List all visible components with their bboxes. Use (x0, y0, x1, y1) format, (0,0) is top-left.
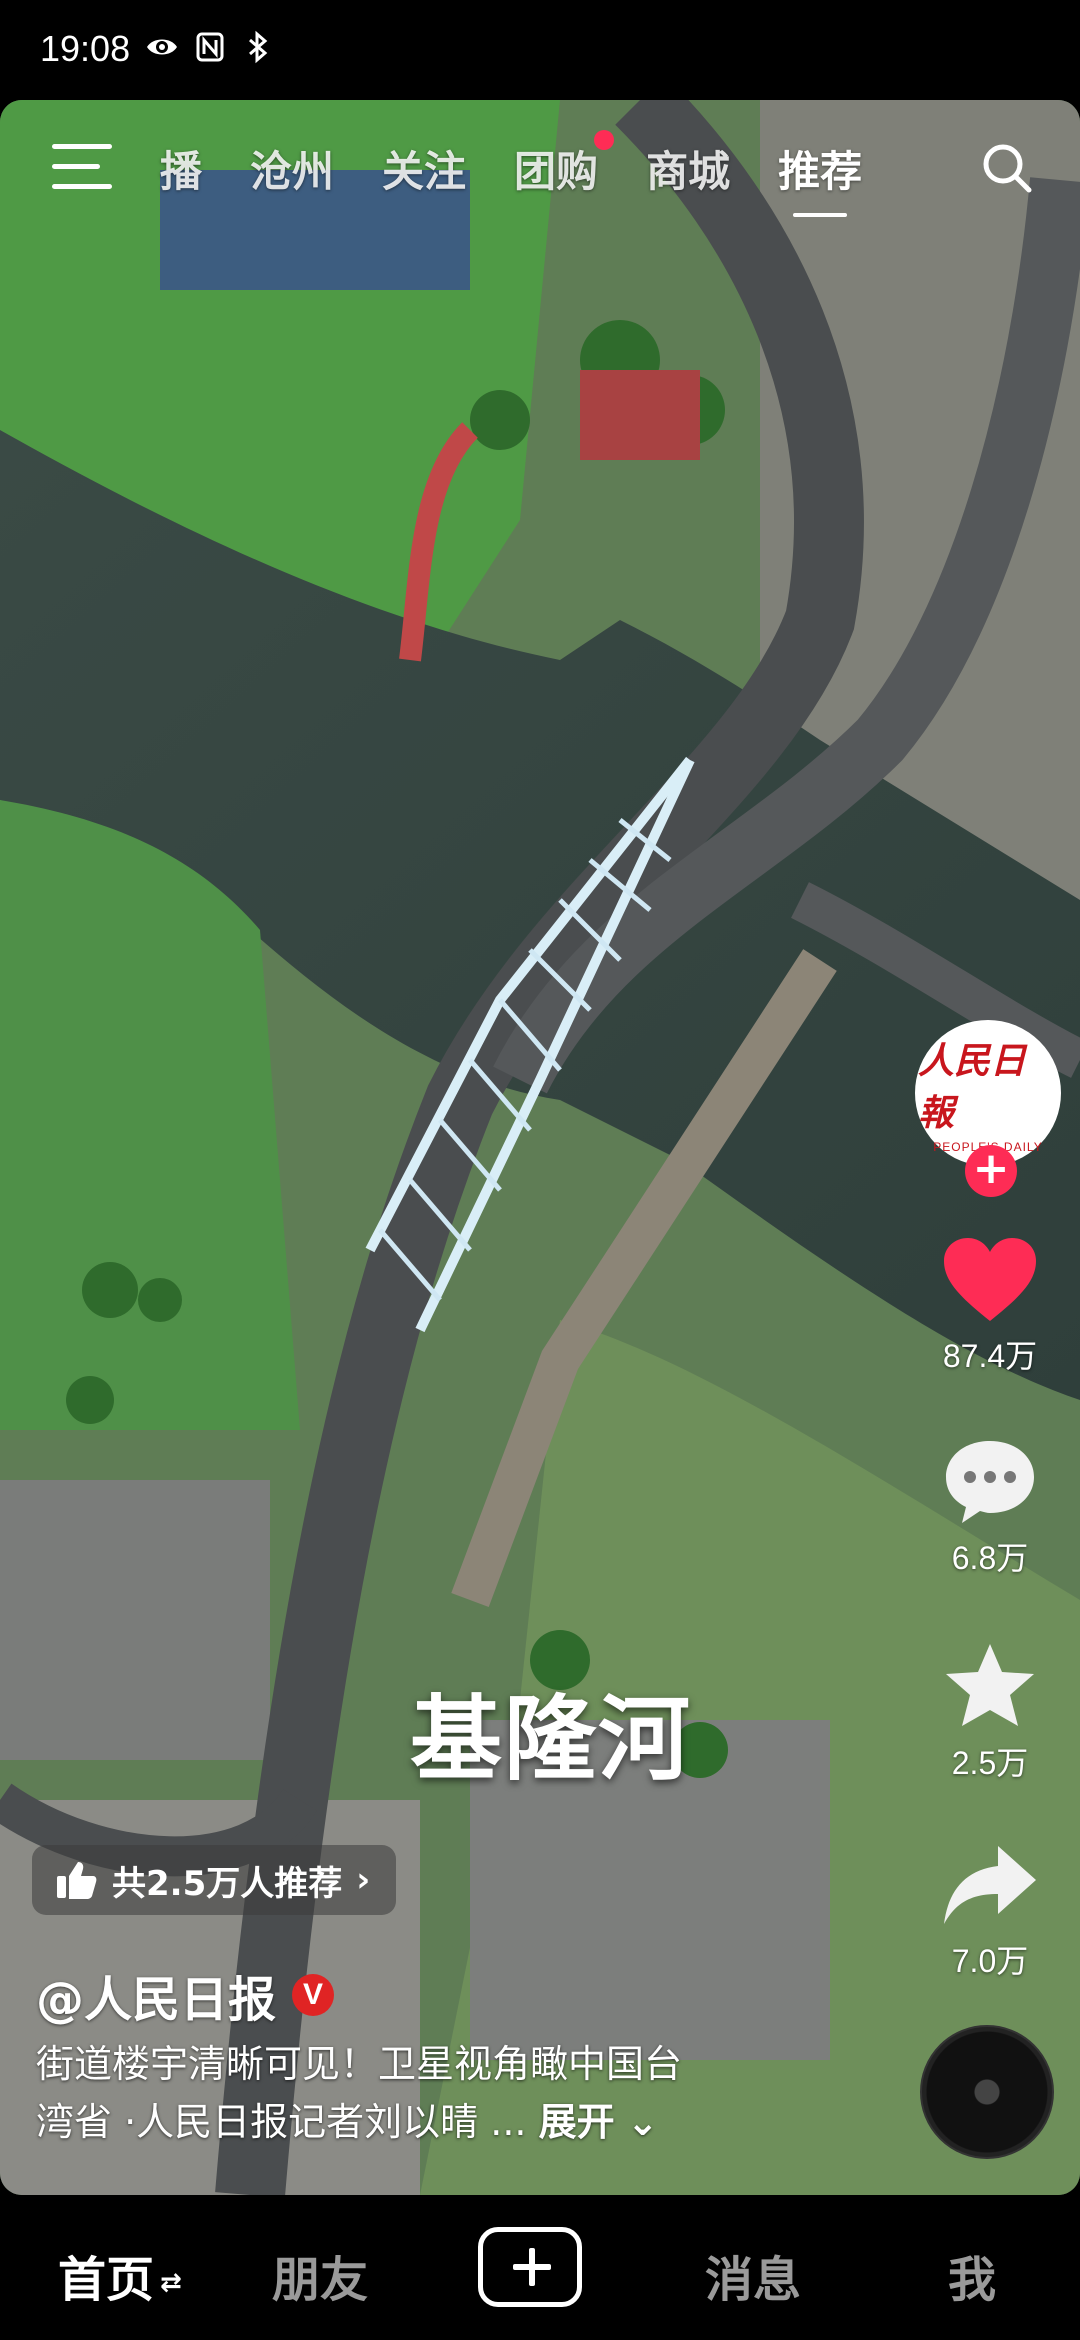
nfc-icon (196, 32, 224, 62)
create-button[interactable] (478, 2227, 582, 2307)
top-tabs: 播 沧州 关注 团购 商城 推荐 (160, 130, 910, 217)
recommend-text: 共2.5万人推荐 (112, 1863, 343, 1904)
favorite-button[interactable]: 2.5万 (905, 1640, 1075, 1784)
status-time: 19:08 (40, 28, 131, 69)
status-icons (145, 30, 275, 64)
recommend-pill[interactable]: 共2.5万人推荐 › (32, 1845, 397, 1915)
share-count: 7.0万 (951, 1943, 1029, 1979)
comment-button[interactable]: 6.8万 (905, 1435, 1075, 1579)
chevron-right-icon: › (356, 1860, 371, 1900)
like-button[interactable]: 87.4万 (905, 1235, 1075, 1377)
search-icon[interactable] (979, 140, 1035, 196)
chevron-down-icon: ⌄ (626, 2100, 659, 2144)
switch-icon: ⇄ (160, 2268, 182, 2298)
expand-button[interactable]: 展开 (539, 2100, 615, 2144)
status-bar: 19:08 (0, 0, 1080, 100)
nav-messages[interactable]: 消息 (705, 2240, 801, 2310)
tab-recommend[interactable]: 推荐 (778, 138, 862, 217)
favorite-count: 2.5万 (951, 1745, 1029, 1781)
share-button[interactable]: 7.0万 (905, 1840, 1075, 1982)
verified-badge-icon: V (292, 1974, 335, 2016)
music-disc-icon[interactable] (920, 2025, 1054, 2159)
author-row[interactable]: @人民日报 V (36, 1960, 335, 2030)
thumbs-up-icon (57, 1862, 97, 1899)
author-name[interactable]: @人民日报 (36, 1960, 276, 2030)
star-icon (946, 1644, 1034, 1726)
avatar-logo-text: 人民日報 (918, 1040, 1027, 1134)
video-description[interactable]: 街道楼宇清晰可见！卫星视角瞰中国台 湾省 ·人民日报记者刘以晴 ... 展开 ⌄ (36, 2035, 836, 2151)
tab-cangzhou[interactable]: 沧州 (250, 138, 334, 199)
author-avatar[interactable]: 人民日報 PEOPLE'S DAILY + (915, 1020, 1061, 1197)
tab-live[interactable]: 播 (160, 138, 202, 199)
tab-following[interactable]: 关注 (382, 138, 466, 199)
description-line-2: 湾省 ·人民日报记者刘以晴 ... 展开 ⌄ (36, 2100, 659, 2144)
bottom-navigation: 首页 ⇄ 朋友 消息 我 (0, 2195, 1080, 2340)
description-line-1: 街道楼宇清晰可见！卫星视角瞰中国台 (36, 2042, 683, 2086)
menu-icon[interactable] (52, 144, 112, 190)
notification-dot (594, 130, 615, 150)
video-player[interactable]: 播 沧州 关注 团购 商城 推荐 基隆河 人民日報 PEOPLE'S DAILY… (0, 100, 1080, 2195)
video-caption: 基隆河 (410, 1686, 693, 1793)
tab-mall[interactable]: 商城 (646, 138, 730, 199)
comment-count: 6.8万 (951, 1540, 1029, 1576)
bluetooth-icon (249, 30, 268, 64)
comment-icon (946, 1441, 1034, 1523)
top-navigation: 播 沧州 关注 团购 商城 推荐 (0, 100, 1080, 230)
active-tab-indicator (793, 213, 848, 217)
eye-icon (147, 39, 177, 55)
nav-me[interactable]: 我 (948, 2240, 996, 2310)
heart-icon (944, 1238, 1036, 1321)
nav-home[interactable]: 首页 ⇄ (58, 2240, 182, 2310)
follow-button[interactable]: + (965, 1145, 1017, 1197)
nav-friends[interactable]: 朋友 (272, 2240, 368, 2310)
share-arrow-icon (944, 1846, 1036, 1924)
like-count: 87.4万 (942, 1338, 1038, 1374)
tab-group-buy[interactable]: 团购 (514, 130, 615, 199)
